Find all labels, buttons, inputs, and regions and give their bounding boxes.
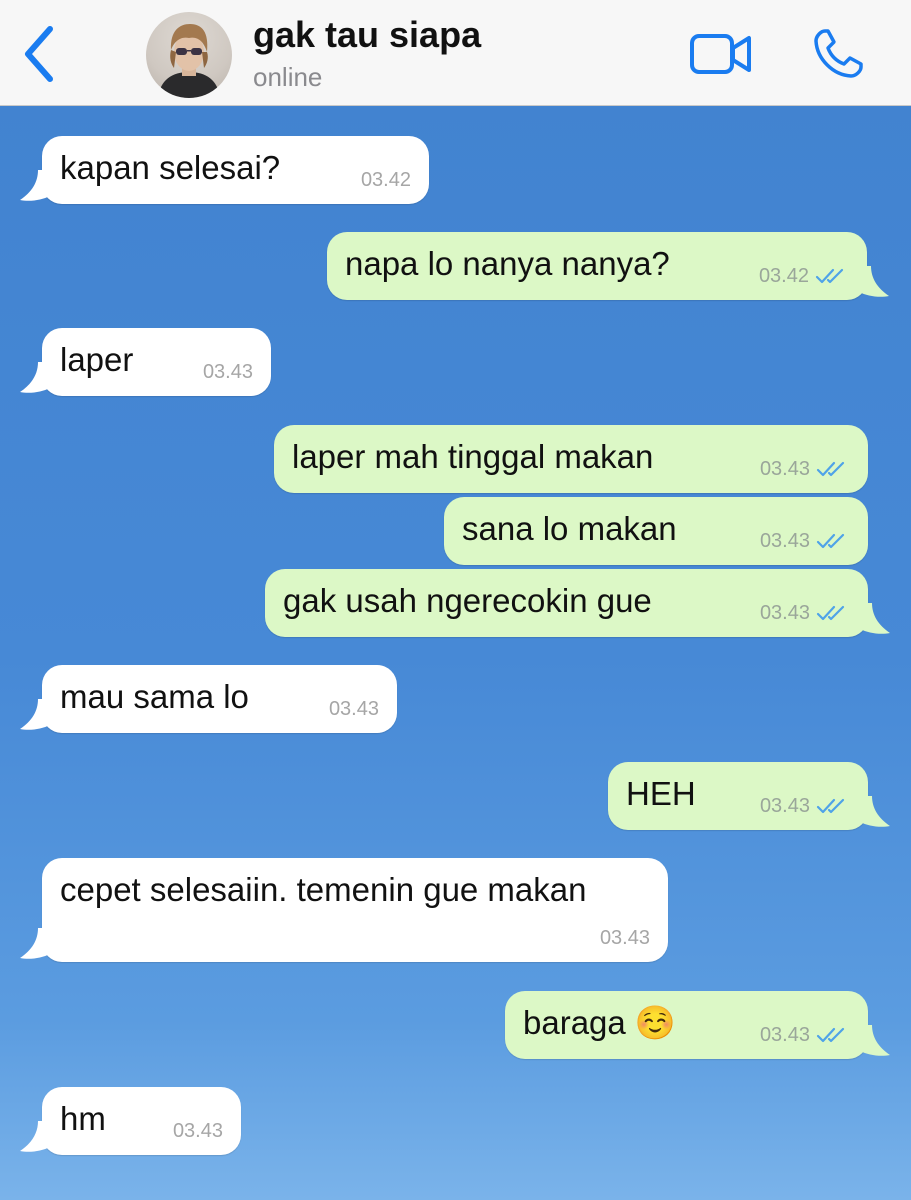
incoming-message-bubble[interactable]: laper 03.43 [20, 328, 271, 396]
outgoing-message-bubble[interactable]: napa lo nanya nanya? 03.42 [327, 232, 889, 300]
phone-icon [814, 29, 863, 78]
message-timestamp: 03.43 [202, 361, 253, 383]
bubble-tail [860, 1025, 890, 1056]
bubble-tail [20, 362, 50, 393]
incoming-message-bubble[interactable]: cepet selesaiin. temenin gue makan 03.43 [20, 858, 668, 962]
bubble-tail [20, 1121, 50, 1152]
message-timestamp: 03.43 [759, 1024, 810, 1046]
bubble-tail [20, 928, 50, 959]
outgoing-message-bubble[interactable]: HEH 03.43 [608, 762, 890, 830]
bubble-tail [20, 699, 50, 730]
voice-call-button[interactable] [806, 22, 870, 86]
incoming-message-bubble[interactable]: hm 03.43 [20, 1087, 241, 1155]
message-timestamp: 03.43 [759, 530, 810, 552]
outgoing-message-bubble[interactable]: laper mah tinggal makan 03.43 [274, 425, 868, 493]
back-button[interactable] [14, 24, 64, 84]
message-text: baraga ☺️ [523, 1004, 677, 1041]
incoming-message-bubble[interactable]: mau sama lo 03.43 [20, 665, 397, 733]
read-receipt-icon [816, 533, 845, 549]
contact-name[interactable]: gak tau siapa [253, 14, 481, 56]
video-call-button[interactable] [686, 26, 756, 82]
bubble-tail [860, 796, 890, 827]
chat-header: gak tau siapa online [0, 0, 911, 106]
bubble-tail [20, 170, 50, 201]
message-text: cepet selesaiin. temenin gue makan [60, 871, 587, 908]
read-receipt-icon [815, 268, 844, 284]
message-text: kapan selesai? [60, 149, 281, 186]
read-receipt-icon [816, 605, 845, 621]
message-text: HEH [626, 775, 696, 812]
message-timestamp: 03.42 [360, 169, 411, 191]
chevron-left-icon [25, 26, 53, 82]
video-camera-icon [690, 34, 751, 74]
message-text: hm [60, 1100, 106, 1137]
bubble-tail [859, 266, 889, 297]
bubble-tail [860, 603, 890, 634]
outgoing-message-bubble[interactable]: sana lo makan 03.43 [444, 497, 868, 565]
incoming-message-bubble[interactable]: kapan selesai? 03.42 [20, 136, 429, 204]
message-timestamp: 03.43 [328, 698, 379, 720]
message-text: sana lo makan [462, 510, 677, 547]
contact-status: online [253, 62, 323, 92]
outgoing-message-bubble[interactable]: gak usah ngerecokin gue 03.43 [265, 569, 890, 637]
message-text: laper [60, 341, 134, 378]
message-text: laper mah tinggal makan [292, 438, 654, 475]
message-timestamp: 03.43 [759, 458, 810, 480]
read-receipt-icon [816, 461, 845, 477]
avatar[interactable] [146, 12, 232, 98]
message-timestamp: 03.42 [758, 265, 809, 287]
message-text: mau sama lo [60, 678, 249, 715]
message-timestamp: 03.43 [759, 795, 810, 817]
message-timestamp: 03.43 [172, 1120, 223, 1142]
read-receipt-icon [816, 798, 845, 814]
outgoing-message-bubble[interactable]: baraga ☺️ 03.43 [505, 991, 890, 1059]
message-text: napa lo nanya nanya? [345, 245, 670, 282]
message-text: gak usah ngerecokin gue [283, 582, 652, 619]
read-receipt-icon [816, 1027, 845, 1043]
message-timestamp: 03.43 [759, 602, 810, 624]
message-timestamp: 03.43 [599, 927, 650, 949]
